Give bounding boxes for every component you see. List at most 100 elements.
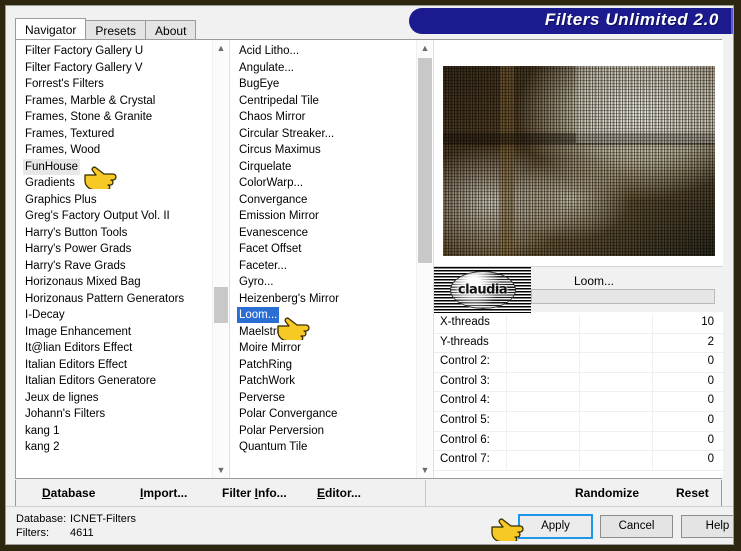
parameter-row[interactable]: Control 3: 0: [434, 372, 723, 393]
parameter-row[interactable]: X-threads 10: [434, 314, 723, 334]
import-button[interactable]: Import...: [140, 486, 187, 500]
filter-list-scrollbar[interactable]: ▲ ▼: [416, 40, 432, 478]
category-item-label: Italian Editors Effect: [25, 358, 128, 371]
category-item[interactable]: Italian Editors Effect: [16, 357, 211, 374]
category-item[interactable]: Frames, Wood: [16, 142, 211, 159]
apply-button[interactable]: Apply: [518, 514, 593, 539]
filter-item[interactable]: Polar Perversion: [230, 423, 415, 440]
filter-item[interactable]: Chaos Mirror: [230, 109, 415, 126]
scrollbar-thumb[interactable]: [418, 58, 432, 263]
scrollbar-thumb[interactable]: [214, 287, 228, 323]
filter-item[interactable]: PatchWork: [230, 373, 415, 390]
category-item[interactable]: Graphics Plus: [16, 192, 211, 209]
category-item-label: Frames, Stone & Granite: [25, 111, 153, 123]
filter-item[interactable]: Polar Convergance: [230, 406, 415, 423]
filter-list[interactable]: Acid Litho... Angulate... BugEye Centripeda…: [230, 43, 415, 478]
category-item[interactable]: Jeux de lignes: [16, 390, 211, 407]
category-item[interactable]: Johann's Filters: [16, 406, 211, 423]
category-item[interactable]: kang 1: [16, 423, 211, 440]
parameter-row[interactable]: Y-threads 2: [434, 333, 723, 354]
category-item[interactable]: Filter Factory Gallery V: [16, 60, 211, 77]
filter-header-strip: claudia Loom...: [434, 266, 723, 313]
category-item[interactable]: Image Enhancement: [16, 324, 211, 341]
filter-item[interactable]: Evanescence: [230, 225, 415, 242]
category-list[interactable]: Filter Factory Gallery U Filter Factory G…: [16, 43, 211, 478]
scroll-up-icon[interactable]: ▲: [417, 40, 432, 56]
category-item[interactable]: Harry's Power Grads: [16, 241, 211, 258]
filter-item-label: Faceter...: [239, 259, 287, 272]
filter-item[interactable]: ColorWarp...: [230, 175, 415, 192]
category-item[interactable]: Frames, Marble & Crystal: [16, 93, 211, 110]
filter-item[interactable]: BugEye: [230, 76, 415, 93]
filter-item[interactable]: Faceter...: [230, 258, 415, 275]
category-item[interactable]: It@lian Editors Effect: [16, 340, 211, 357]
filter-item[interactable]: Emission Mirror: [230, 208, 415, 225]
category-item[interactable]: FunHouse: [16, 158, 211, 176]
category-item[interactable]: I-Decay: [16, 307, 211, 324]
category-item[interactable]: Frames, Stone & Granite: [16, 109, 211, 126]
reset-button[interactable]: Reset: [676, 486, 709, 500]
filter-item[interactable]: PatchRing: [230, 357, 415, 374]
filter-item[interactable]: Acid Litho...: [230, 43, 415, 60]
tab-presets[interactable]: Presets: [85, 20, 147, 39]
category-item[interactable]: Forrest's Filters: [16, 76, 211, 93]
category-item[interactable]: Italian Editors Generatore: [16, 373, 211, 390]
category-item-label: It@lian Editors Effect: [25, 342, 133, 354]
parameter-value[interactable]: 0: [708, 375, 714, 387]
parameter-row[interactable]: Control 4: 0: [434, 392, 723, 412]
filter-item[interactable]: Maelström: [230, 324, 415, 341]
parameter-value[interactable]: 0: [708, 355, 714, 367]
filter-item[interactable]: Centripedal Tile: [230, 93, 415, 110]
filter-item[interactable]: Moire Mirror: [230, 340, 415, 357]
tab-about[interactable]: About: [145, 20, 197, 39]
filter-item-label: ColorWarp...: [239, 177, 304, 189]
parameter-row[interactable]: Control 6: 0: [434, 431, 723, 452]
editor-button[interactable]: Editor...: [317, 486, 361, 500]
parameter-value[interactable]: 2: [708, 336, 714, 348]
category-item[interactable]: Gradients: [16, 175, 211, 192]
help-button[interactable]: Help: [681, 515, 733, 538]
filter-item[interactable]: Perverse: [230, 390, 415, 407]
category-item[interactable]: Filter Factory Gallery U: [16, 43, 211, 60]
scroll-down-icon[interactable]: ▼: [213, 462, 228, 478]
tab-navigator[interactable]: Navigator: [15, 18, 87, 39]
filter-item[interactable]: Quantum Tile: [230, 439, 415, 456]
category-item[interactable]: kang 2: [16, 439, 211, 456]
category-item-label: Italian Editors Generatore: [25, 375, 157, 387]
category-item-label: Harry's Power Grads: [25, 243, 132, 255]
filter-item[interactable]: Gyro...: [230, 274, 415, 291]
category-list-scrollbar[interactable]: ▲ ▼: [212, 40, 228, 478]
parameter-value[interactable]: 0: [708, 434, 714, 446]
category-list-panel: Filter Factory Gallery U Filter Factory G…: [16, 40, 228, 478]
category-item[interactable]: Harry's Button Tools: [16, 225, 211, 242]
parameter-value[interactable]: 0: [708, 394, 714, 406]
filter-item[interactable]: Circus Maximus: [230, 142, 415, 159]
preview-image-container[interactable]: [442, 65, 716, 257]
scroll-down-icon[interactable]: ▼: [417, 462, 432, 478]
filter-item[interactable]: Cirquelate: [230, 159, 415, 176]
filter-item-label: Polar Convergance: [239, 408, 338, 420]
filter-item[interactable]: Convergance: [230, 192, 415, 209]
filter-item[interactable]: Facet Offset: [230, 241, 415, 258]
filter-item[interactable]: Angulate...: [230, 60, 415, 77]
parameter-row[interactable]: Control 5: 0: [434, 411, 723, 432]
database-button[interactable]: Database: [42, 486, 95, 500]
category-item[interactable]: Horizonaus Mixed Bag: [16, 274, 211, 291]
category-item[interactable]: Greg's Factory Output Vol. II: [16, 208, 211, 225]
randomize-button[interactable]: Randomize: [575, 486, 639, 500]
parameter-row[interactable]: Control 2: 0: [434, 353, 723, 373]
scroll-up-icon[interactable]: ▲: [213, 40, 228, 56]
category-item[interactable]: Frames, Textured: [16, 126, 211, 143]
filter-item[interactable]: Loom...: [230, 307, 415, 324]
cancel-button[interactable]: Cancel: [600, 515, 673, 538]
filter-item-label: BugEye: [239, 78, 280, 90]
filter-item[interactable]: Heizenberg's Mirror: [230, 291, 415, 308]
filter-info-button[interactable]: Filter Info...: [222, 486, 287, 500]
parameter-value[interactable]: 0: [708, 453, 714, 465]
parameter-value[interactable]: 0: [708, 414, 714, 426]
category-item[interactable]: Harry's Rave Grads: [16, 258, 211, 275]
category-item[interactable]: Horizonaus Pattern Generators: [16, 291, 211, 308]
parameter-row[interactable]: Control 7: 0: [434, 451, 723, 471]
filter-item[interactable]: Circular Streaker...: [230, 126, 415, 143]
parameter-value[interactable]: 10: [701, 316, 714, 328]
